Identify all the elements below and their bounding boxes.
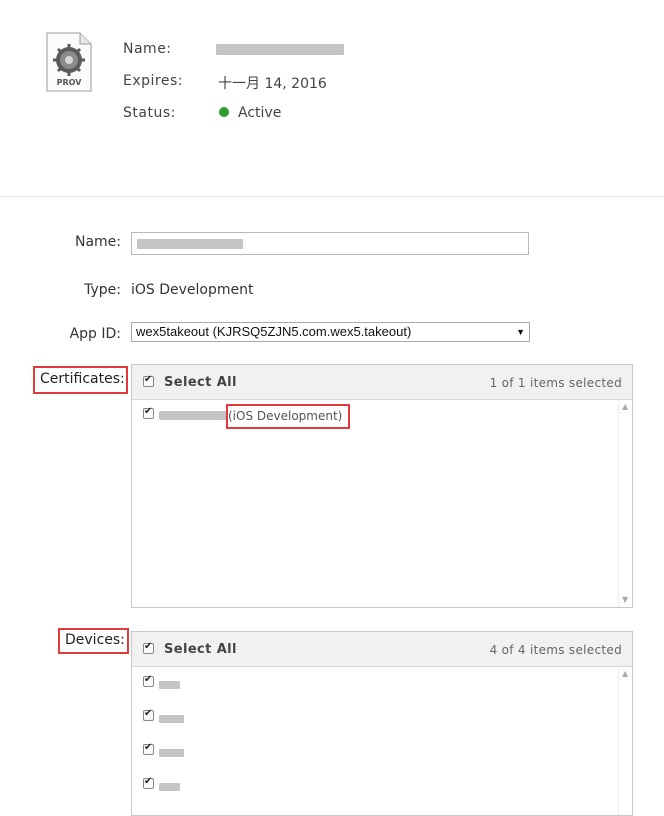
name-input-value bbox=[137, 239, 243, 249]
devices-label: Devices: bbox=[65, 632, 125, 648]
certificates-panel: Select All 1 of 1 items selected (iOS De… bbox=[131, 364, 633, 608]
device-checkbox[interactable] bbox=[143, 776, 154, 789]
scroll-down-icon[interactable]: ▼ bbox=[622, 595, 628, 604]
profile-expires-label: Expires: bbox=[123, 73, 183, 89]
provisioning-profile-icon: PROV bbox=[46, 32, 92, 92]
scroll-up-icon[interactable]: ▲ bbox=[622, 402, 628, 411]
certificate-name bbox=[159, 411, 227, 420]
type-field-label: Type: bbox=[84, 282, 121, 298]
list-item[interactable] bbox=[132, 768, 618, 802]
devices-scrollbar[interactable]: ▲ bbox=[618, 666, 632, 815]
name-field-label: Name: bbox=[74, 234, 121, 250]
prov-icon-label: PROV bbox=[56, 78, 82, 87]
devices-panel: Select All 4 of 4 items selected ▲ bbox=[131, 631, 633, 816]
device-name bbox=[159, 749, 184, 757]
certificates-select-all-label[interactable]: Select All bbox=[164, 375, 237, 390]
profile-name-label: Name: bbox=[123, 41, 172, 57]
certificate-checkbox[interactable] bbox=[143, 406, 154, 419]
devices-selected-count: 4 of 4 items selected bbox=[489, 643, 622, 657]
certificate-type-highlight bbox=[226, 404, 350, 429]
certificates-scrollbar[interactable]: ▲ ▼ bbox=[618, 399, 632, 607]
device-checkbox[interactable] bbox=[143, 674, 154, 687]
list-item[interactable]: (iOS Development) bbox=[132, 399, 618, 425]
certificates-select-all-checkbox[interactable] bbox=[143, 374, 154, 387]
scroll-up-icon[interactable]: ▲ bbox=[622, 669, 628, 678]
certificates-label: Certificates: bbox=[40, 371, 125, 387]
profile-expires-value: 十一月 14, 2016 bbox=[218, 76, 327, 92]
profile-status-value: Active bbox=[238, 105, 282, 121]
appid-field-label: App ID: bbox=[69, 326, 121, 342]
device-name bbox=[159, 681, 180, 689]
list-item[interactable] bbox=[132, 666, 618, 700]
list-item[interactable] bbox=[132, 700, 618, 734]
dropdown-arrow-icon: ▼ bbox=[516, 327, 525, 337]
status-active-icon bbox=[219, 107, 229, 117]
device-checkbox[interactable] bbox=[143, 742, 154, 755]
devices-list bbox=[132, 666, 618, 815]
name-input[interactable] bbox=[131, 232, 529, 255]
section-divider bbox=[0, 196, 664, 197]
device-name bbox=[159, 715, 184, 723]
certificates-panel-header: Select All 1 of 1 items selected bbox=[132, 365, 632, 400]
type-value: iOS Development bbox=[131, 282, 254, 298]
devices-select-all-checkbox[interactable] bbox=[143, 641, 154, 654]
devices-select-all-label[interactable]: Select All bbox=[164, 642, 237, 657]
profile-name-value bbox=[216, 44, 344, 55]
device-checkbox[interactable] bbox=[143, 708, 154, 721]
appid-select[interactable]: wex5takeout (KJRSQ5ZJN5.com.wex5.takeout… bbox=[131, 322, 530, 342]
appid-selected-value: wex5takeout (KJRSQ5ZJN5.com.wex5.takeout… bbox=[136, 324, 412, 339]
certificates-selected-count: 1 of 1 items selected bbox=[489, 376, 622, 390]
list-item[interactable] bbox=[132, 734, 618, 768]
device-name bbox=[159, 783, 180, 791]
profile-status-label: Status: bbox=[123, 105, 176, 121]
certificates-list: (iOS Development) bbox=[132, 399, 618, 607]
devices-panel-header: Select All 4 of 4 items selected bbox=[132, 632, 632, 667]
